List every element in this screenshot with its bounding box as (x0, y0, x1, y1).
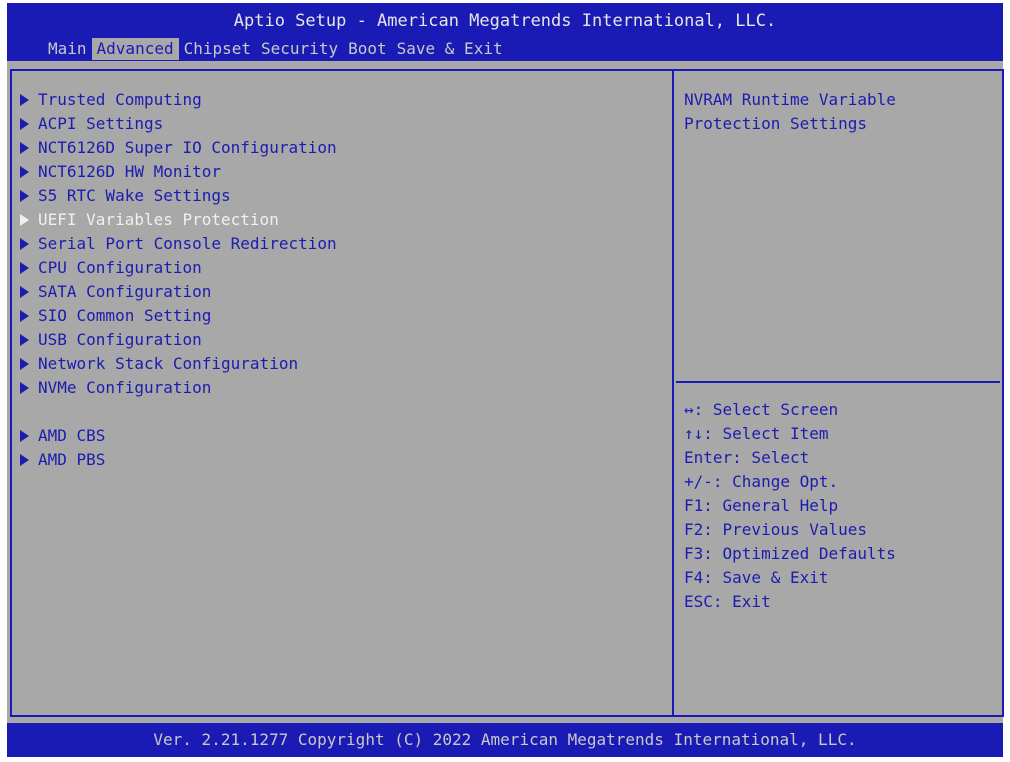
menu-item-uefi-variables-protection[interactable]: UEFI Variables Protection (20, 208, 279, 232)
menu-item-label: Trusted Computing (38, 90, 202, 109)
key-hint-select-item: ↑↓: Select Item (684, 424, 829, 443)
menu-item-label: Serial Port Console Redirection (38, 234, 337, 253)
menu-item-label: AMD PBS (38, 450, 106, 469)
menu-item-cpu-configuration[interactable]: CPU Configuration (20, 256, 202, 280)
item-help-description: NVRAM Runtime Variable Protection Settin… (684, 90, 896, 133)
key-hint-general-help: F1: General Help (684, 496, 839, 515)
submenu-arrow-icon (20, 382, 29, 394)
app-title: Aptio Setup - American Megatrends Intern… (233, 11, 777, 31)
menu-item-label: NCT6126D Super IO Configuration (38, 138, 337, 157)
menu-item-label: Network Stack Configuration (38, 354, 299, 373)
menu-item-super-io-configuration[interactable]: NCT6126D Super IO Configuration (20, 136, 337, 160)
menu-item-amd-pbs[interactable]: AMD PBS (20, 448, 105, 472)
key-hint-enter-select: Enter: Select (684, 448, 810, 467)
menu-item-label: NCT6126D HW Monitor (38, 162, 222, 181)
key-hint-change-option: +/-: Change Opt. (684, 472, 839, 491)
submenu-arrow-icon (20, 214, 29, 226)
tab-main[interactable]: Main (43, 38, 92, 60)
menu-item-network-stack-configuration[interactable]: Network Stack Configuration (20, 352, 298, 376)
menu-item-label: SIO Common Setting (38, 306, 212, 325)
key-hint-save-exit: F4: Save & Exit (684, 568, 829, 587)
submenu-arrow-icon (20, 358, 29, 370)
key-hint-exit: ESC: Exit (684, 592, 771, 611)
submenu-arrow-icon (20, 454, 29, 466)
menu-item-trusted-computing[interactable]: Trusted Computing (20, 88, 202, 112)
tab-bar: Main Advanced Chipset Security Boot Save… (43, 38, 508, 60)
tab-boot[interactable]: Boot (343, 38, 392, 60)
submenu-arrow-icon (20, 190, 29, 202)
key-hint-select-screen: ↔: Select Screen (684, 400, 839, 419)
menu-item-nvme-configuration[interactable]: NVMe Configuration (20, 376, 211, 400)
menu-item-hw-monitor[interactable]: NCT6126D HW Monitor (20, 160, 221, 184)
submenu-arrow-icon (20, 334, 29, 346)
submenu-arrow-icon (20, 262, 29, 274)
submenu-arrow-icon (20, 118, 29, 130)
version-footer: Ver. 2.21.1277 Copyright (C) 2022 Americ… (7, 723, 1003, 757)
header-bar: Aptio Setup - American Megatrends Intern… (7, 3, 1003, 61)
submenu-arrow-icon (20, 94, 29, 106)
menu-item-amd-cbs[interactable]: AMD CBS (20, 424, 105, 448)
menu-item-label: USB Configuration (38, 330, 202, 349)
tab-advanced[interactable]: Advanced (91, 38, 179, 60)
menu-item-label: ACPI Settings (38, 114, 164, 133)
menu-item-label: AMD CBS (38, 426, 106, 445)
bios-screen: Aptio Setup - American Megatrends Intern… (7, 3, 1004, 757)
tab-security[interactable]: Security (256, 38, 343, 60)
submenu-arrow-icon (20, 142, 29, 154)
menu-item-sio-common-setting[interactable]: SIO Common Setting (20, 304, 211, 328)
key-legend: ↔: Select Screen ↑↓: Select Item Enter: … (684, 398, 896, 614)
tab-save-exit[interactable]: Save & Exit (392, 38, 508, 60)
submenu-arrow-icon (20, 166, 29, 178)
menu-item-label: UEFI Variables Protection (38, 210, 279, 229)
menu-item-label: S5 RTC Wake Settings (38, 186, 231, 205)
submenu-arrow-icon (20, 286, 29, 298)
submenu-arrow-icon (20, 238, 29, 250)
help-pane: NVRAM Runtime Variable Protection Settin… (674, 69, 1004, 717)
menu-item-label: SATA Configuration (38, 282, 212, 301)
menu-item-serial-port-console-redirection[interactable]: Serial Port Console Redirection (20, 232, 337, 256)
menu-item-label: CPU Configuration (38, 258, 202, 277)
menu-item-acpi-settings[interactable]: ACPI Settings (20, 112, 163, 136)
key-hint-optimized-defaults: F3: Optimized Defaults (684, 544, 896, 563)
menu-pane: Trusted Computing ACPI Settings NCT6126D… (10, 69, 674, 717)
key-hint-previous-values: F2: Previous Values (684, 520, 868, 539)
menu-item-label: NVMe Configuration (38, 378, 212, 397)
submenu-arrow-icon (20, 310, 29, 322)
submenu-arrow-icon (20, 430, 29, 442)
menu-item-sata-configuration[interactable]: SATA Configuration (20, 280, 211, 304)
menu-item-usb-configuration[interactable]: USB Configuration (20, 328, 202, 352)
tab-chipset[interactable]: Chipset (179, 38, 256, 60)
help-divider (676, 381, 1000, 383)
menu-item-s5-rtc-wake-settings[interactable]: S5 RTC Wake Settings (20, 184, 231, 208)
